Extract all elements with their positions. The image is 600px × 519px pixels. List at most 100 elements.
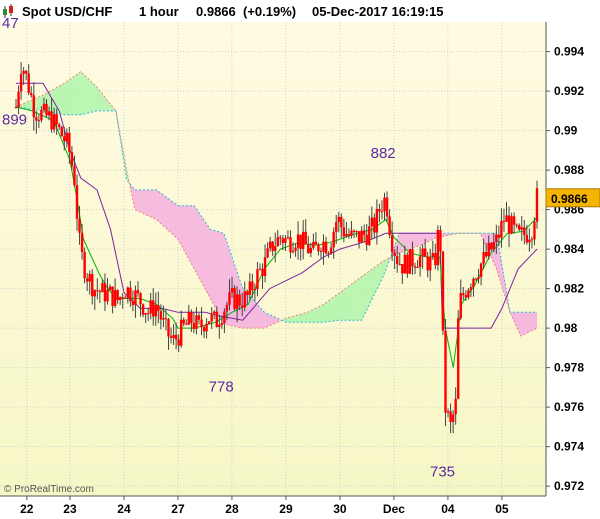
candle-body <box>223 311 226 323</box>
cloud-segment <box>296 314 299 323</box>
candle-body <box>32 95 35 118</box>
cloud-segment <box>178 205 181 244</box>
candle-body <box>528 239 531 243</box>
cloud-segment <box>270 315 273 326</box>
candle-body <box>253 288 257 291</box>
cloud-segment <box>74 74 77 115</box>
candle-body <box>495 234 498 242</box>
candle-body <box>355 231 358 233</box>
candle-body <box>401 264 404 274</box>
x-tick-label: 24 <box>117 502 131 516</box>
cloud-segment <box>528 312 531 333</box>
candle-body <box>14 106 18 108</box>
cloud-segment <box>170 200 173 235</box>
last-price-label: 0.9866 <box>196 4 236 19</box>
y-axis[interactable]: 0.9720.9740.9760.9780.980.9820.9840.9860… <box>546 45 584 494</box>
candle-body <box>370 217 374 227</box>
cloud-segment <box>180 205 183 248</box>
cloud-segment <box>264 312 267 329</box>
candle-body <box>187 311 191 325</box>
cloud-segment <box>66 80 69 115</box>
candle-body <box>383 197 386 212</box>
candle-body <box>136 290 140 294</box>
cloud-segment <box>98 88 101 111</box>
candle-body <box>385 197 389 217</box>
cloud-segment <box>90 80 93 113</box>
candle-body <box>85 278 89 282</box>
candle-body <box>380 211 384 213</box>
cloud-segment <box>432 233 435 240</box>
candle-body <box>22 70 25 75</box>
cloud-segment <box>208 226 211 299</box>
price-annotation: 899 <box>2 112 27 129</box>
cloud-segment <box>370 268 373 302</box>
y-tick-label: 0.974 <box>554 440 584 454</box>
candle-body <box>411 249 414 267</box>
candle-body <box>167 319 170 337</box>
candle-body <box>258 268 262 270</box>
candle-body <box>365 234 368 245</box>
candle-body <box>490 242 493 250</box>
cloud-segment <box>420 233 423 246</box>
candle-body <box>30 93 33 96</box>
cloud-segment <box>524 312 527 334</box>
candle-body <box>108 286 112 291</box>
candle-body <box>197 315 201 320</box>
candle-body <box>210 313 213 322</box>
candle-body <box>83 251 86 279</box>
candle-body <box>190 311 193 323</box>
candle-body <box>500 220 503 238</box>
cloud-segment <box>188 205 191 262</box>
timeframe-label[interactable]: 1 hour <box>139 4 179 19</box>
candle-body <box>487 242 490 257</box>
candle-body <box>139 293 142 305</box>
cloud-segment <box>306 311 309 323</box>
candle-body <box>88 274 91 282</box>
candle-body <box>271 241 274 252</box>
cloud-segment <box>212 229 215 307</box>
cloud-segment <box>378 262 381 286</box>
cloud-segment <box>332 296 335 322</box>
cloud-segment <box>148 189 151 217</box>
cloud-segment <box>376 264 379 290</box>
candle-body <box>444 330 447 413</box>
cloud-segment <box>412 233 415 249</box>
candle-body <box>172 334 175 339</box>
cloud-segment <box>38 96 41 111</box>
price-annotation: 882 <box>371 145 396 162</box>
candle-body <box>19 74 23 92</box>
x-axis[interactable]: 22 23 24 27 28 29 30 Dec 04 05 <box>20 496 509 516</box>
cloud-segment <box>250 297 253 329</box>
cloud-segment <box>94 84 97 112</box>
cloud-segment <box>338 292 341 321</box>
candle-body <box>378 209 381 212</box>
candle-body <box>286 237 290 239</box>
candle-body <box>482 252 485 264</box>
candle-body <box>454 398 457 415</box>
candle-body <box>441 251 445 331</box>
candle-body <box>472 278 475 288</box>
price-chart[interactable]: Spot USD/CHF 1 hour 0.9866 (+0.19%) 05-D… <box>0 0 600 519</box>
cloud-segment <box>172 201 175 236</box>
candle-body <box>235 294 239 309</box>
cloud-segment <box>406 233 409 251</box>
candle-body <box>233 287 236 309</box>
candle-body <box>146 313 150 315</box>
cloud-segment <box>352 281 355 321</box>
cloud-segment <box>348 284 351 321</box>
cloud-segment <box>72 76 75 115</box>
candle-body <box>373 217 376 233</box>
cloud-segment <box>196 208 199 277</box>
cloud-segment <box>92 82 95 113</box>
candle-body <box>507 215 511 234</box>
candle-body <box>497 234 501 238</box>
candle-body <box>80 232 84 252</box>
cloud-segment <box>146 189 149 216</box>
y-tick-label: 0.992 <box>554 84 584 98</box>
candle-body <box>408 249 412 274</box>
cloud-segment <box>522 312 525 335</box>
candle-body <box>152 300 155 317</box>
candle-body <box>251 281 254 291</box>
candle-body <box>195 315 198 329</box>
candle-body <box>434 253 437 266</box>
